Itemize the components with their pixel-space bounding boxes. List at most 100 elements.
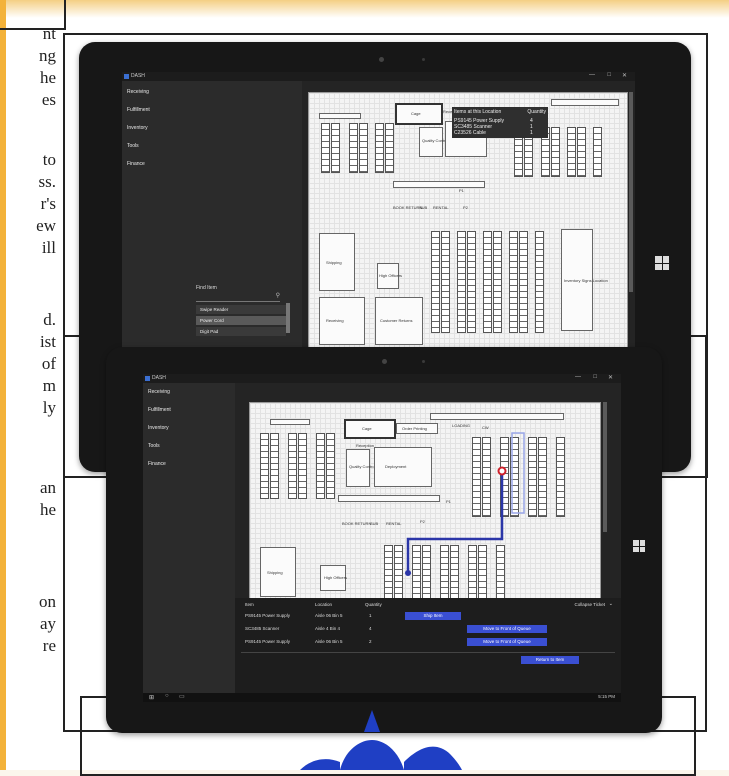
nav-inventory[interactable]: Inventory [127,125,148,131]
find-scrollbar[interactable] [286,303,290,333]
high-officers-area[interactable]: High Officers [377,263,402,289]
rack[interactable] [349,123,358,173]
taskbar: ⊞ ○ ▭ 5:15 PM [143,693,621,702]
bin-number-row [551,99,619,106]
rack[interactable] [375,123,384,173]
rack[interactable] [321,123,330,173]
text-line: es [41,90,56,109]
text-line: he [39,68,56,87]
windows-logo-icon[interactable] [633,540,645,552]
text-line: of [41,354,56,373]
cage-label: Cage [411,111,421,116]
nav-tools[interactable]: Tools [127,143,139,149]
table-row[interactable]: PS9145 Power Supply Aisle 06 Bin 5 1 Shi… [235,610,621,622]
title-bar: DASH — □ ✕ [122,72,635,81]
text-line: d. [43,310,56,329]
map-scrollbar[interactable] [629,92,633,292]
find-result[interactable]: Swipe Reader [196,305,286,314]
text-line: an [39,478,56,497]
quality-control-area[interactable]: Quality Control [419,127,448,157]
rack[interactable] [551,127,560,177]
rack[interactable] [331,123,340,173]
start-icon[interactable]: ⊞ [149,694,154,701]
rack[interactable] [467,231,476,333]
warehouse-map[interactable]: Cage Order Printing LOADING CW Reception… [249,402,601,601]
table-row[interactable]: PS9145 Power Supply Aisle 06 Bin 5 2 Mov… [235,636,621,648]
rack[interactable] [385,123,394,173]
route-path [405,432,525,576]
cage-area[interactable]: Cage [395,103,443,125]
minimize-icon[interactable]: — [589,72,595,78]
close-icon[interactable]: ✕ [608,374,613,381]
nav-fulfillment[interactable]: Fulfillment [127,107,150,113]
windows-logo-icon[interactable] [655,256,669,270]
tooltip-header: Items at this Location Quantity [454,109,546,115]
page-edge-highlight [0,0,6,770]
rack[interactable] [483,231,492,333]
task-view-icon[interactable]: ▭ [179,693,185,700]
rack[interactable] [593,127,602,177]
row-qty: 1 [369,613,372,618]
nav-fulfillment[interactable]: Fulfillment [148,407,171,413]
text-line: ist [39,332,56,351]
customer-returns-area[interactable]: Customer Returns [375,297,423,345]
ship-item-button[interactable]: Ship Item [405,612,461,620]
rack[interactable] [441,231,450,333]
tooltip-header-qty: Quantity [527,109,546,115]
p1-label: P1 [459,188,464,193]
customer-returns-label: Customer Returns [380,318,413,323]
app-screen-bottom: DASH — □ ✕ Receiving Fulfillment Invento… [143,374,621,702]
find-result-selected[interactable]: Power Cord [196,316,286,325]
maximize-icon[interactable]: □ [607,72,611,78]
tablet-bottom: DASH — □ ✕ Receiving Fulfillment Invento… [106,347,662,733]
table-row[interactable]: SC3485 Scanner Aisle 4 Bin 4 4 Move to F… [235,623,621,635]
book-return-label: BOOK RETURN [393,205,423,210]
rack[interactable] [535,231,544,333]
inventory-area[interactable]: Inventory Signs Location [561,229,608,331]
rack[interactable] [577,127,586,177]
col-quantity: Quantity [365,602,382,607]
inventory-label: Inventory Signs Location [564,278,608,283]
rack[interactable] [519,231,528,333]
text-line: ng [39,46,56,65]
search-icon[interactable]: ⚲ [276,292,280,299]
rack[interactable] [567,127,576,177]
text-line: on [39,592,56,611]
find-item-input[interactable]: ⚲ [196,292,280,302]
chevron-down-icon[interactable]: ⌄ [609,601,613,607]
sensor-icon [422,360,425,363]
find-result[interactable]: Digit Pad [196,327,286,336]
rack[interactable] [509,231,518,333]
bin-row[interactable] [393,181,485,188]
minimize-icon[interactable]: — [575,374,581,380]
nav-receiving[interactable]: Receiving [148,389,170,395]
nav-tools[interactable]: Tools [148,443,160,449]
text-line: ew [36,216,56,235]
receiving-area[interactable]: Receiving [319,297,365,345]
text-line: re [42,636,56,655]
rack[interactable] [359,123,368,173]
maximize-icon[interactable]: □ [593,374,597,380]
row-location: Aisle 06 Bin 5 [315,639,343,644]
start-marker [405,570,411,576]
university-logo-icon [300,710,462,770]
nav-inventory[interactable]: Inventory [148,425,169,431]
collapse-ticket-button[interactable]: Collapse Ticket [574,602,605,607]
move-to-front-button[interactable]: Move to Front of Queue [467,638,547,646]
text-line: r's [40,194,56,213]
shipping-area[interactable]: Shipping [319,233,355,291]
return-to-item-button[interactable]: Return to Item [521,656,579,664]
close-icon[interactable]: ✕ [622,72,627,79]
text-frame-corner [0,0,66,30]
rack[interactable] [431,231,440,333]
rack[interactable] [457,231,466,333]
search-icon[interactable]: ○ [165,693,169,699]
move-to-front-button[interactable]: Move to Front of Queue [467,625,547,633]
nav-finance[interactable]: Finance [148,461,166,467]
location-tooltip: Items at this Location Quantity PS9145 P… [452,107,548,138]
row-item: SC3485 Scanner [245,626,280,631]
nav-receiving[interactable]: Receiving [127,89,149,95]
rack[interactable] [493,231,502,333]
map-scrollbar[interactable] [603,402,607,532]
nav-finance[interactable]: Finance [127,161,145,167]
